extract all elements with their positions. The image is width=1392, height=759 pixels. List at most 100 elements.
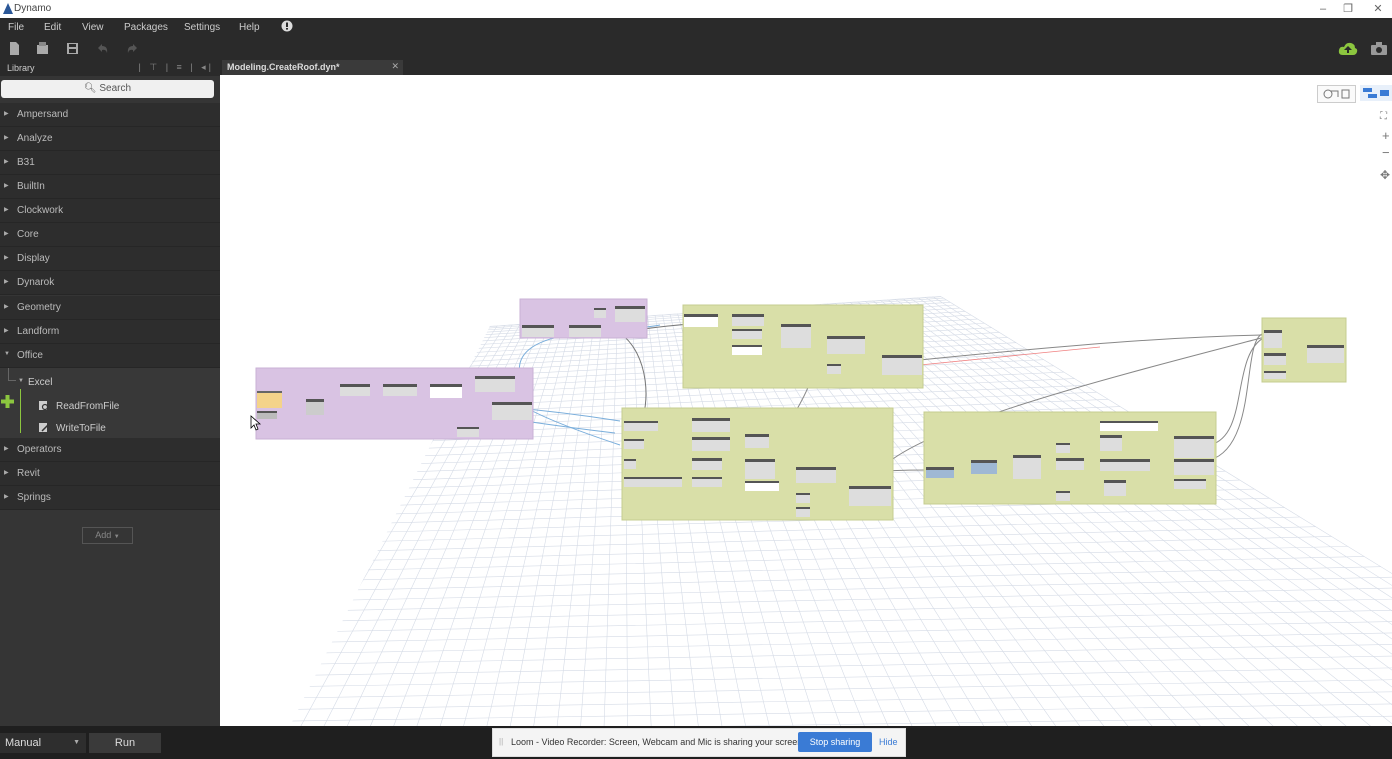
drag-handle-icon[interactable]: || bbox=[499, 737, 503, 746]
menu-packages[interactable]: Packages bbox=[124, 22, 168, 33]
new-file-icon[interactable] bbox=[8, 42, 21, 55]
save-icon[interactable] bbox=[66, 42, 79, 55]
menu-edit[interactable]: Edit bbox=[44, 22, 61, 33]
library-category-clockwork[interactable]: ▶ Clockwork bbox=[0, 199, 220, 223]
expand-arrow-icon: ▶ bbox=[4, 231, 9, 237]
notification-icon[interactable] bbox=[281, 20, 293, 32]
category-label: Revit bbox=[17, 468, 40, 479]
library-category-landform[interactable]: ▶ Landform bbox=[0, 320, 220, 344]
zoom-to-fit-icon[interactable]: ⛶ bbox=[1380, 111, 1387, 122]
hide-banner-button[interactable]: Hide bbox=[879, 737, 898, 747]
zoom-in-icon[interactable]: + bbox=[1382, 128, 1390, 143]
library-category-office[interactable]: ▼ Office bbox=[0, 344, 220, 368]
graph-view-toggle[interactable] bbox=[1360, 85, 1392, 101]
chevron-down-icon: ▼ bbox=[113, 534, 120, 540]
expand-arrow-icon: ▶ bbox=[4, 135, 9, 141]
menu-file[interactable]: File bbox=[8, 22, 24, 33]
node-group-parameters[interactable] bbox=[519, 298, 648, 339]
undo-icon[interactable] bbox=[96, 42, 109, 55]
category-label: Office bbox=[17, 350, 43, 361]
node-group-roof-profile[interactable] bbox=[682, 304, 924, 389]
expand-arrow-icon: ▶ bbox=[4, 159, 9, 165]
graph-view[interactable] bbox=[220, 75, 1392, 726]
library-category-builtin[interactable]: ▶ BuiltIn bbox=[0, 175, 220, 199]
library-header-controls[interactable]: | ⊤ | ≡ | ◂| bbox=[139, 62, 214, 73]
category-label: Display bbox=[17, 253, 50, 264]
library-category-revit[interactable]: ▶ Revit bbox=[0, 462, 220, 486]
menu-view[interactable]: View bbox=[82, 22, 104, 33]
expand-arrow-icon: ▶ bbox=[4, 304, 9, 310]
library-category-display[interactable]: ▶ Display bbox=[0, 247, 220, 271]
workspace-tab-bar: Modeling.CreateRoof.dyn* ✕ bbox=[220, 60, 1392, 75]
stop-sharing-button[interactable]: Stop sharing bbox=[798, 732, 872, 752]
library-group-excel[interactable]: Excel bbox=[28, 377, 52, 388]
search-placeholder: Search bbox=[99, 83, 132, 94]
node-group-roof-geometry[interactable] bbox=[923, 411, 1217, 505]
close-tab-icon[interactable]: ✕ bbox=[391, 61, 399, 72]
expand-arrow-icon: ▶ bbox=[4, 328, 9, 334]
library-category-ampersand[interactable]: ▶ Ampersand bbox=[0, 103, 220, 127]
run-mode-value: Manual bbox=[5, 737, 42, 749]
restore-button[interactable]: ❐ bbox=[1336, 1, 1360, 17]
collapse-arrow-icon: ▼ bbox=[4, 351, 10, 357]
category-label: Operators bbox=[17, 444, 62, 455]
menu-bar: File Edit View Packages Settings Help bbox=[0, 18, 1392, 37]
loom-message: Loom - Video Recorder: Screen, Webcam an… bbox=[511, 737, 805, 747]
node-group-input[interactable] bbox=[255, 367, 534, 440]
grid-axis-x bbox=[919, 346, 1101, 366]
file-path-node[interactable] bbox=[257, 393, 282, 408]
open-file-icon[interactable] bbox=[36, 42, 49, 55]
graph-canvas[interactable]: ⛶ + − ✥ bbox=[220, 75, 1392, 726]
library-item-readfromfile[interactable]: ReadFromFile bbox=[56, 401, 119, 412]
library-category-analyze[interactable]: ▶ Analyze bbox=[0, 127, 220, 151]
library-category-operators[interactable]: ▶ Operators bbox=[0, 438, 220, 462]
window-title: Dynamo bbox=[14, 3, 52, 14]
collapse-arrow-icon[interactable]: ▼ bbox=[18, 378, 24, 384]
title-bar: Dynamo – ❐ ✕ bbox=[0, 0, 1392, 18]
workspace-tab[interactable]: Modeling.CreateRoof.dyn* ✕ bbox=[222, 60, 403, 75]
camera-icon[interactable] bbox=[1371, 42, 1387, 55]
geometry-view-toggle[interactable] bbox=[1317, 85, 1356, 103]
library-item-writetofile[interactable]: WriteToFile bbox=[56, 423, 106, 434]
add-label: Add bbox=[95, 530, 112, 540]
close-window-button[interactable]: ✕ bbox=[1366, 1, 1390, 17]
expand-arrow-icon: ▶ bbox=[4, 446, 9, 452]
menu-settings[interactable]: Settings bbox=[184, 22, 220, 33]
category-label: Springs bbox=[17, 492, 51, 503]
minimize-button[interactable]: – bbox=[1311, 1, 1335, 17]
expand-arrow-icon: ▶ bbox=[4, 111, 9, 117]
library-panel: Library | ⊤ | ≡ | ◂| 🔍︎ Search ▶ Ampersan… bbox=[0, 60, 220, 726]
run-button[interactable]: Run bbox=[89, 733, 161, 753]
read-file-icon bbox=[39, 401, 49, 411]
library-category-geometry[interactable]: ▶ Geometry bbox=[0, 296, 220, 320]
search-icon: 🔍︎ bbox=[83, 83, 97, 94]
toolbar bbox=[0, 37, 1392, 60]
category-label: Ampersand bbox=[17, 109, 69, 120]
node-group-surfaces[interactable] bbox=[621, 407, 894, 521]
zoom-out-icon[interactable]: − bbox=[1382, 145, 1390, 160]
pan-icon[interactable]: ✥ bbox=[1380, 168, 1390, 182]
category-label: Analyze bbox=[17, 133, 53, 144]
library-title: Library bbox=[7, 63, 35, 73]
library-category-springs[interactable]: ▶ Springs bbox=[0, 486, 220, 510]
category-label: Core bbox=[17, 229, 39, 240]
menu-help[interactable]: Help bbox=[239, 22, 260, 33]
cloud-upload-icon[interactable] bbox=[1338, 41, 1358, 56]
expand-arrow-icon: ▶ bbox=[4, 207, 9, 213]
library-category-dynarok[interactable]: ▶ Dynarok bbox=[0, 271, 220, 295]
library-category-b31[interactable]: ▶ B31 bbox=[0, 151, 220, 175]
tree-line bbox=[20, 389, 21, 433]
geometry-view-icon bbox=[1323, 89, 1350, 99]
expand-arrow-icon: ▶ bbox=[4, 183, 9, 189]
library-header: Library | ⊤ | ≡ | ◂| bbox=[0, 60, 220, 76]
library-search-input[interactable]: 🔍︎ Search bbox=[1, 80, 214, 98]
library-category-core[interactable]: ▶ Core bbox=[0, 223, 220, 247]
node-group-output[interactable] bbox=[1261, 317, 1347, 383]
redo-icon[interactable] bbox=[126, 42, 139, 55]
add-node-icon bbox=[1, 395, 14, 408]
graph-view-icon bbox=[1363, 88, 1389, 98]
run-mode-select[interactable]: Manual ▼ bbox=[0, 733, 86, 753]
dynamo-logo-icon bbox=[3, 3, 13, 14]
expand-arrow-icon: ▶ bbox=[4, 494, 9, 500]
library-add-button[interactable]: Add ▼ bbox=[82, 527, 133, 544]
